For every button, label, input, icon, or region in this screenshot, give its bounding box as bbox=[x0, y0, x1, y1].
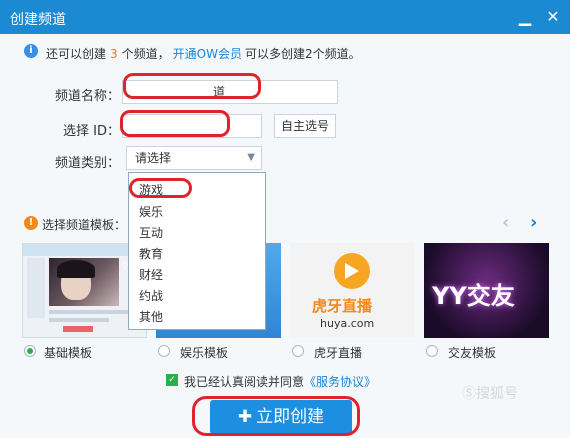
category-select[interactable]: 请选择 ▼ bbox=[126, 146, 262, 170]
window-title: 创建频道 bbox=[10, 12, 66, 28]
yy-logo-text: YY交友 bbox=[432, 282, 515, 310]
agreement-text: 我已经认真阅读并同意《服务协议》 bbox=[184, 373, 376, 390]
chevron-down-icon: ▼ bbox=[247, 152, 255, 163]
warning-icon: ! bbox=[24, 216, 38, 230]
huya-logo-text: 虎牙直播 bbox=[312, 297, 373, 315]
category-option[interactable]: 财经 bbox=[139, 266, 163, 283]
title-bar: 创建频道 ▁ ✕ bbox=[0, 0, 570, 34]
notice-prefix: 还可以创建 bbox=[46, 47, 107, 61]
info-icon: i bbox=[24, 44, 38, 58]
quota-notice: 还可以创建 3 个频道， 开通OW会员 可以多创建2个频道。 bbox=[46, 45, 361, 62]
agreement-label: 我已经认真阅读并同意 bbox=[184, 375, 305, 389]
highlight-ring bbox=[123, 73, 261, 99]
template-entertainment-label: 娱乐模板 bbox=[180, 346, 229, 360]
agree-checkbox[interactable]: ✓ bbox=[166, 374, 178, 386]
template-basic-radio[interactable] bbox=[24, 345, 36, 357]
channel-name-label: 频道名称： bbox=[54, 89, 120, 104]
watermark: Ⓢ搜狐号 bbox=[462, 386, 518, 402]
self-select-button[interactable]: 自主选号 bbox=[274, 114, 336, 138]
template-dating-label: 交友模板 bbox=[448, 346, 497, 360]
category-option[interactable]: 约战 bbox=[139, 287, 163, 304]
template-dating-radio[interactable] bbox=[426, 345, 438, 357]
huya-domain: huya.com bbox=[320, 317, 375, 330]
category-option[interactable]: 教育 bbox=[139, 245, 163, 262]
category-selected-value: 请选择 bbox=[135, 151, 172, 165]
category-option[interactable]: 其他 bbox=[139, 308, 163, 325]
notice-count: 3 bbox=[110, 47, 118, 61]
template-huya-label: 虎牙直播 bbox=[314, 346, 363, 360]
minimize-icon[interactable]: ▁ bbox=[514, 6, 536, 28]
category-option[interactable]: 娱乐 bbox=[139, 203, 163, 220]
close-icon[interactable]: ✕ bbox=[542, 6, 564, 28]
upgrade-ow-link[interactable]: 开通OW会员 bbox=[173, 47, 242, 61]
highlight-ring bbox=[192, 396, 360, 436]
template-entertainment-radio[interactable] bbox=[158, 345, 170, 357]
template-huya-radio[interactable] bbox=[292, 345, 304, 357]
category-label: 频道类别： bbox=[54, 156, 120, 171]
template-basic-label: 基础模板 bbox=[44, 346, 93, 360]
template-huya-preview[interactable]: 虎牙直播 huya.com bbox=[290, 243, 415, 338]
service-agreement-link[interactable]: 《服务协议》 bbox=[304, 375, 376, 389]
notice-tail: 可以多创建2个频道。 bbox=[244, 47, 361, 61]
create-channel-window: 创建频道 ▁ ✕ i 还可以创建 3 个频道， 开通OW会员 可以多创建2个频道。 频道… bbox=[0, 0, 570, 438]
template-dating-preview[interactable]: YY交友 bbox=[424, 243, 549, 338]
category-option[interactable]: 互动 bbox=[139, 224, 163, 241]
highlight-ring bbox=[129, 178, 192, 198]
notice-suffix: 个频道， bbox=[121, 47, 170, 61]
highlight-ring bbox=[120, 110, 230, 137]
template-section-title: 选择频道模板： bbox=[42, 218, 127, 232]
prev-arrow-icon[interactable]: ‹ bbox=[502, 212, 509, 233]
next-arrow-icon[interactable]: › bbox=[530, 212, 537, 233]
select-id-label: 选择 ID： bbox=[63, 124, 120, 139]
